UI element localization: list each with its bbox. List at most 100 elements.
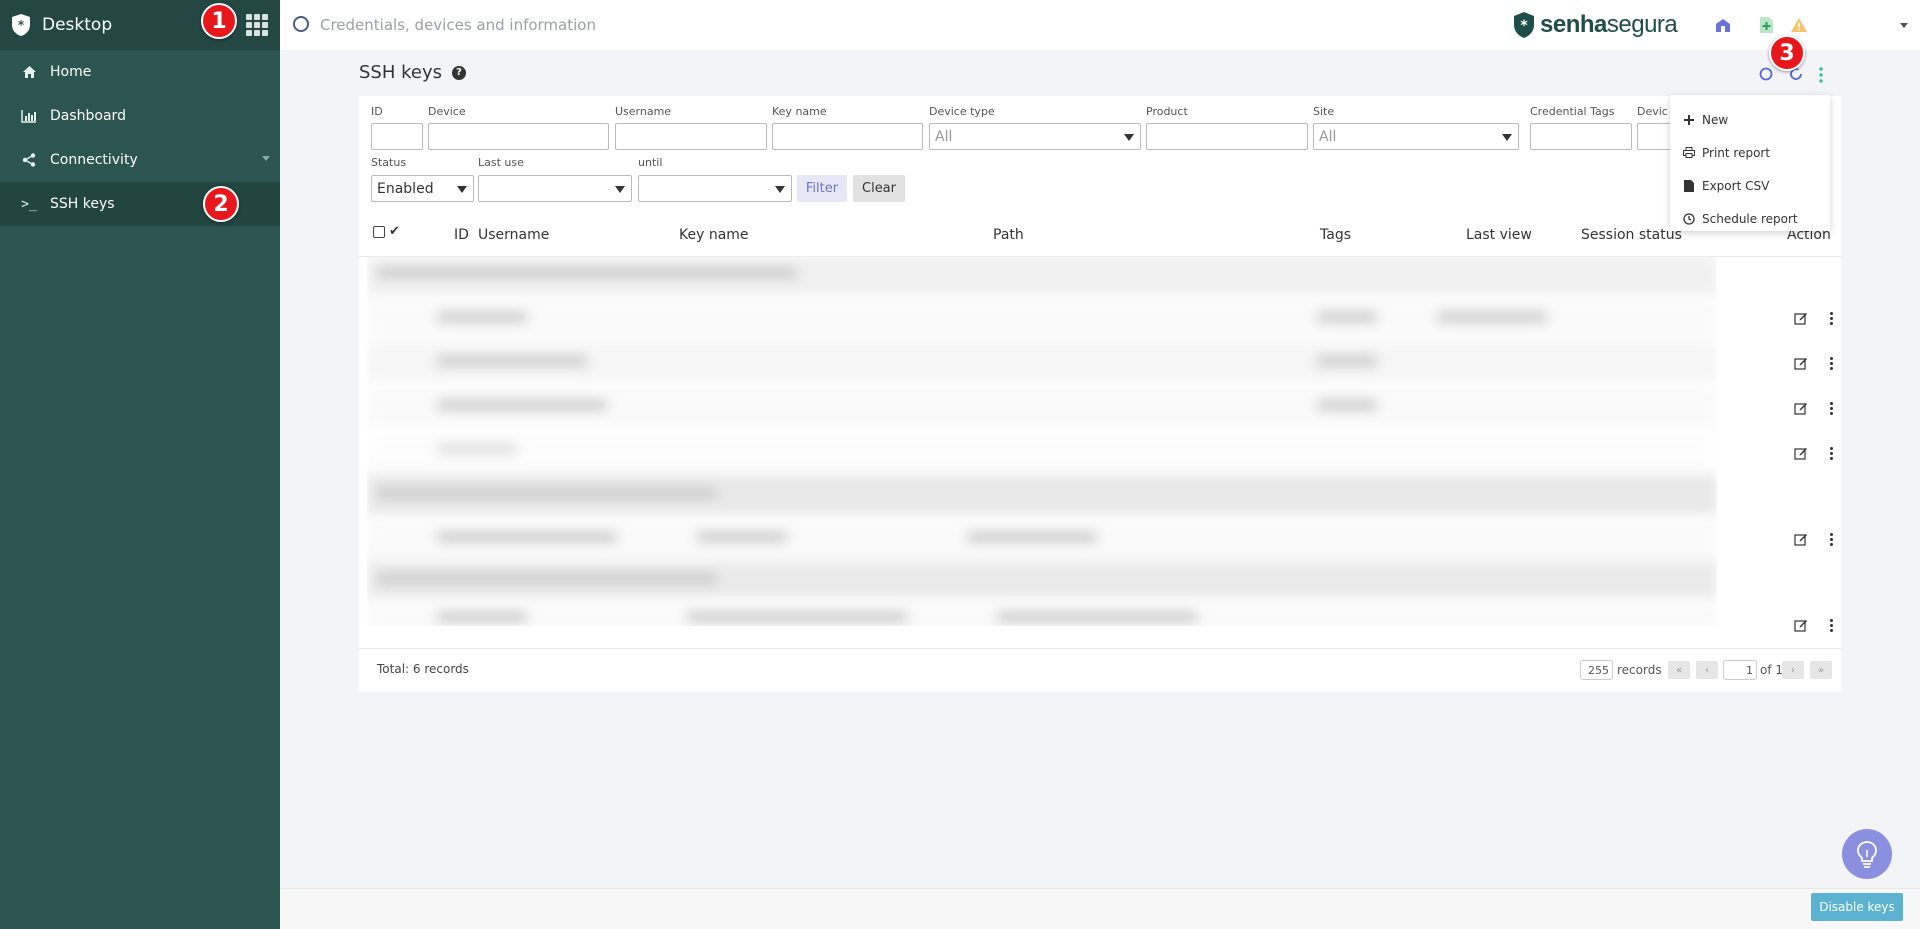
clock-icon: [1682, 212, 1696, 225]
menu-item-label: New: [1702, 112, 1729, 127]
more-options-icon[interactable]: [1818, 66, 1824, 88]
ssh-keys-panel: ID Device Username Key name Device type …: [359, 96, 1841, 692]
dropdown-arrow-icon: [615, 186, 625, 193]
sidebar-title[interactable]: Desktop: [42, 15, 112, 35]
dropdown-arrow-icon: [1124, 134, 1134, 141]
column-header-key-name[interactable]: Key name: [679, 227, 749, 243]
row-more-icon[interactable]: [1828, 401, 1834, 415]
step-badge-3: 3: [1769, 35, 1805, 71]
new-file-icon[interactable]: [1755, 14, 1777, 36]
menu-item-label: Print report: [1702, 145, 1771, 160]
table-footer-divider: [359, 648, 1841, 649]
row-more-icon[interactable]: [1828, 532, 1834, 546]
sidebar-item-home[interactable]: Home: [0, 50, 280, 94]
column-header-last-view[interactable]: Last view: [1466, 227, 1532, 243]
dropdown-arrow-icon: [457, 186, 467, 193]
search-icon: [293, 16, 309, 32]
filter-product-input[interactable]: [1146, 123, 1308, 150]
edit-icon[interactable]: [1794, 446, 1808, 460]
prev-page-button[interactable]: ‹: [1696, 661, 1718, 679]
sidebar-item-label: SSH keys: [50, 196, 115, 212]
edit-icon[interactable]: [1794, 532, 1808, 546]
step-badge-2: 2: [203, 186, 239, 222]
filter-lastuse-label: Last use: [478, 156, 524, 169]
file-icon: [1682, 179, 1696, 192]
row-more-icon[interactable]: [1828, 356, 1834, 370]
filter-until-label: until: [638, 156, 663, 169]
user-menu-chevron-icon[interactable]: [1900, 23, 1908, 28]
share-icon: [18, 153, 40, 167]
page-title: SSH keys ?: [359, 62, 466, 83]
edit-icon[interactable]: [1794, 356, 1808, 370]
column-header-tags[interactable]: Tags: [1320, 227, 1351, 243]
sidebar-item-label: Home: [50, 64, 92, 80]
filter-username-input[interactable]: [615, 123, 767, 150]
last-page-button[interactable]: »: [1810, 661, 1832, 679]
lightbulb-icon[interactable]: [1842, 829, 1892, 879]
next-page-button[interactable]: ›: [1782, 661, 1804, 679]
page-size-input[interactable]: 255: [1580, 660, 1613, 680]
filter-devicetype-label: Device type: [929, 105, 995, 118]
sidebar-item-label: Connectivity: [50, 152, 138, 168]
menu-item-label: Schedule report: [1702, 211, 1798, 226]
filter-id-input[interactable]: [371, 123, 423, 150]
disable-keys-button[interactable]: Disable keys: [1811, 893, 1903, 921]
chevron-down-icon: [262, 156, 270, 161]
row-more-icon[interactable]: [1828, 311, 1834, 325]
svg-text:*: *: [18, 18, 25, 32]
edit-icon[interactable]: [1794, 401, 1808, 415]
records-label: records: [1617, 663, 1662, 677]
column-header-session-status[interactable]: Session status: [1581, 227, 1682, 243]
building-icon[interactable]: [1712, 14, 1734, 36]
edit-icon[interactable]: [1794, 311, 1808, 325]
help-icon[interactable]: ?: [452, 65, 466, 80]
page-of-label: of 1: [1760, 663, 1784, 677]
row-actions: [1794, 529, 1834, 549]
filter-devicetype-select[interactable]: All: [929, 123, 1141, 150]
apps-grid-icon[interactable]: [246, 14, 268, 36]
terminal-icon: >_: [21, 196, 37, 212]
sidebar-item-dashboard[interactable]: Dashboard: [0, 94, 280, 138]
filter-site-label: Site: [1313, 105, 1335, 118]
menu-item-schedule-report[interactable]: Schedule report: [1670, 202, 1830, 235]
more-options-menu: New Print report Export CSV Schedule rep…: [1670, 95, 1830, 231]
column-header-username[interactable]: Username: [478, 227, 549, 243]
search-input[interactable]: [320, 12, 920, 38]
warning-icon[interactable]: [1788, 14, 1810, 36]
sidebar-item-connectivity[interactable]: Connectivity: [0, 138, 280, 182]
check-all-icon[interactable]: ✔: [389, 224, 400, 239]
menu-item-export-csv[interactable]: Export CSV: [1670, 169, 1830, 202]
row-more-icon[interactable]: [1828, 618, 1834, 632]
table-body-redacted: [367, 256, 1717, 626]
first-page-button[interactable]: «: [1668, 661, 1690, 679]
row-actions: [1794, 398, 1834, 418]
brand-logo: * senhasegura: [1512, 11, 1678, 39]
page-number-input[interactable]: 1: [1723, 660, 1757, 680]
edit-icon[interactable]: [1794, 618, 1808, 632]
filter-credtags-label: Credential Tags: [1530, 105, 1615, 118]
filter-credtags-input[interactable]: [1530, 123, 1632, 150]
filter-keyname-input[interactable]: [772, 123, 923, 150]
plus-icon: [1682, 114, 1696, 125]
filter-lastuse-select[interactable]: [478, 175, 632, 202]
filter-keyname-label: Key name: [772, 105, 827, 118]
menu-item-new[interactable]: New: [1670, 103, 1830, 136]
select-all-checkbox[interactable]: [373, 226, 385, 238]
menu-item-print-report[interactable]: Print report: [1670, 136, 1830, 169]
filter-site-select[interactable]: All: [1313, 123, 1519, 150]
total-records: Total: 6 records: [377, 662, 469, 676]
brand-shield-icon: *: [1514, 12, 1534, 38]
filter-until-select[interactable]: [638, 175, 792, 202]
column-header-path[interactable]: Path: [993, 227, 1024, 243]
filter-button[interactable]: Filter: [797, 175, 847, 202]
filter-username-label: Username: [615, 105, 672, 118]
search-toggle-icon[interactable]: [1759, 66, 1773, 85]
row-more-icon[interactable]: [1828, 446, 1834, 460]
clear-button[interactable]: Clear: [853, 175, 905, 202]
column-header-id[interactable]: ID: [454, 227, 469, 243]
home-icon: [18, 65, 40, 79]
sidebar: * Desktop Home Dashboard Connectivity >_…: [0, 0, 280, 929]
filter-status-select[interactable]: Enabled: [371, 175, 474, 202]
row-actions: [1794, 308, 1834, 328]
filter-device-input[interactable]: [428, 123, 609, 150]
